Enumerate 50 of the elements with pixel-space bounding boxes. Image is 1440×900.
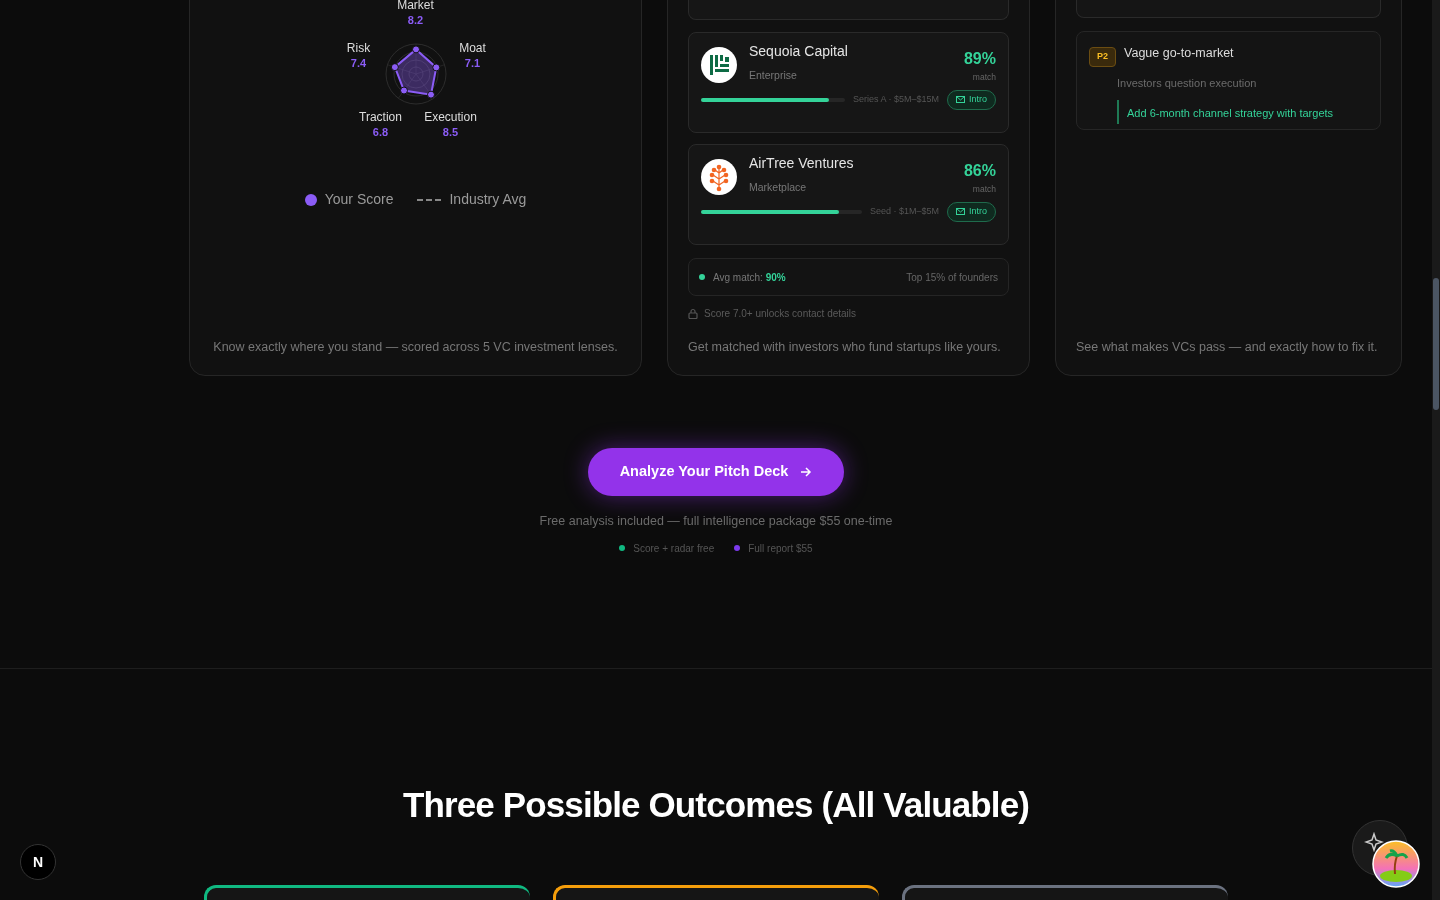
axis-score: 8.2: [407, 13, 424, 28]
analyze-button[interactable]: Analyze Your Pitch Deck: [587, 448, 845, 496]
axis-label: Traction: [359, 110, 402, 125]
leaf-logo-icon: [701, 47, 737, 83]
axis-label: Risk: [346, 41, 371, 56]
match-percent: 86%: [963, 161, 996, 181]
match-label: match: [972, 183, 996, 196]
investor-sector: Marketplace: [749, 180, 808, 195]
legend-label: Industry Avg: [449, 190, 527, 209]
pricing-note: Free analysis included — full intelligence package $55 one-time: [539, 513, 893, 530]
sparkle-icon: [1364, 832, 1384, 852]
intro-button[interactable]: Intro: [947, 201, 996, 222]
lock-note: Score 7.0+ unlocks contact details: [704, 307, 857, 321]
axis-score: 6.8: [372, 125, 389, 140]
tree-logo-icon: [701, 159, 737, 195]
mail-icon: [956, 96, 965, 104]
match-label: match: [972, 71, 996, 84]
investor-sector: Enterprise: [749, 68, 798, 83]
mail-icon: [956, 208, 965, 216]
axis-label: Moat: [459, 41, 486, 56]
arrow-right-icon: [800, 467, 813, 477]
section-heading: Three Possible Outcomes (All Valuable): [401, 783, 1031, 826]
island-icon[interactable]: [1372, 840, 1420, 888]
card-caption: Know exactly where you stand — scored across 5 VC investment lenses.: [213, 339, 618, 357]
axis-label: Execution: [424, 110, 477, 125]
issue-fix: Add 6-month channel strategy with targets: [1127, 106, 1334, 119]
scrollbar[interactable]: [1432, 0, 1440, 900]
lock-icon: [688, 308, 698, 319]
axis-label: Market: [397, 0, 434, 13]
founder-rank: Top 15% of founders: [906, 270, 998, 285]
issue-title: Vague go-to-market: [1124, 45, 1234, 62]
axis-score: 8.5: [442, 125, 459, 140]
dev-badge[interactable]: N: [20, 844, 56, 880]
tag-label: Full report $55: [748, 541, 813, 556]
issue-impact: Investors question execution: [1117, 76, 1258, 91]
intro-button[interactable]: Intro: [947, 89, 996, 110]
axis-score: 7.1: [464, 56, 481, 71]
card-caption: See what makes VCs pass — and exactly how to fix it.: [1076, 339, 1379, 357]
axis-score: 7.4: [350, 56, 367, 71]
investor-name: Sequoia Capital: [749, 43, 849, 60]
tag-label: Score + radar free: [633, 541, 715, 556]
radar-chart: [383, 42, 448, 106]
card-caption: Get matched with investors who fund startups like yours.: [688, 339, 1002, 357]
legend-label: Your Score: [324, 190, 394, 209]
investor-name: AirTree Ventures: [749, 155, 855, 172]
floating-button[interactable]: [1352, 820, 1420, 888]
priority-badge: P2: [1089, 47, 1116, 67]
avg-match: Avg match: 90%: [713, 270, 786, 285]
legend-dash: [417, 198, 442, 201]
match-percent: 89%: [963, 49, 996, 69]
